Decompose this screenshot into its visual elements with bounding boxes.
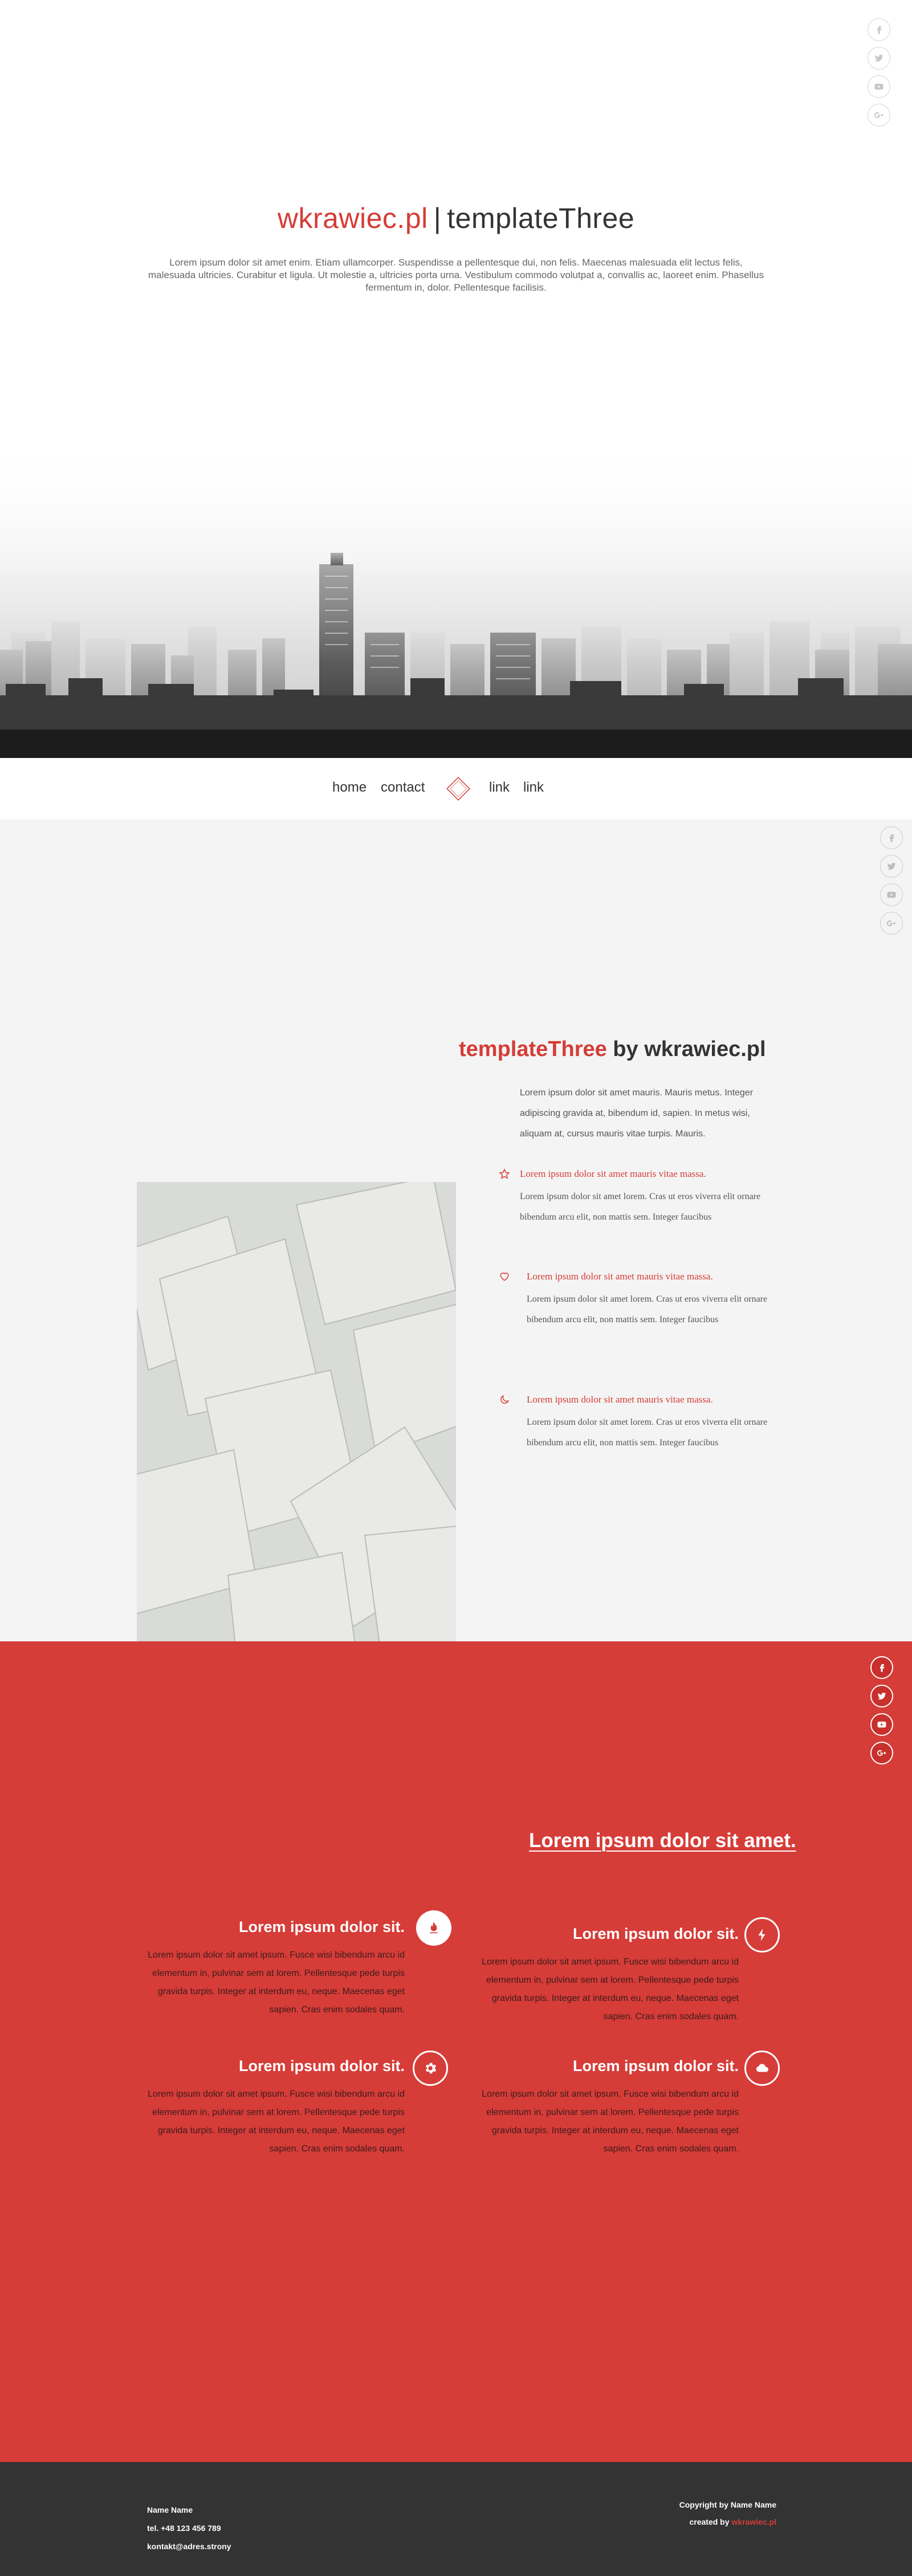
- cloud-icon-badge: [744, 2051, 780, 2086]
- hero-social-links: [868, 18, 890, 127]
- about-social-links: [880, 826, 903, 935]
- heart-icon: [500, 1273, 509, 1281]
- cloud-icon: [756, 2064, 769, 2072]
- footer-email[interactable]: kontakt@adres.strony: [147, 2537, 231, 2555]
- nav-item-link-1[interactable]: link: [489, 780, 510, 796]
- about-heading-rest: by wkrawiec.pl: [606, 1037, 766, 1061]
- created-by-text: created by: [689, 2517, 732, 2526]
- services-social-links: [870, 1656, 893, 1764]
- feature-item: Lorem ipsum dolor sit amet mauris vitae …: [499, 1394, 784, 1453]
- site-footer: Name Name tel. +48 123 456 789 kontakt@a…: [0, 2462, 912, 2576]
- service-title: Lorem ipsum dolor sit.: [238, 1918, 405, 1935]
- google-plus-icon: [886, 920, 896, 927]
- paper-cards-image: [137, 1182, 456, 1641]
- facebook-link[interactable]: [868, 18, 890, 41]
- service-title: Lorem ipsum dolor sit.: [238, 2057, 405, 2074]
- youtube-link[interactable]: [868, 75, 890, 98]
- site-title: wkrawiec.pl | templateThree: [0, 202, 912, 235]
- google-plus-link[interactable]: [868, 104, 890, 127]
- feature-title: Lorem ipsum dolor sit amet mauris vitae …: [527, 1394, 713, 1405]
- diamond-logo-icon[interactable]: [445, 775, 472, 802]
- feature-title: Lorem ipsum dolor sit amet mauris vitae …: [520, 1168, 706, 1179]
- service-item: Lorem ipsum dolor sit. Lorem ipsum dolor…: [137, 1918, 405, 2019]
- youtube-icon: [874, 83, 883, 90]
- service-text: Lorem ipsum dolor sit amet ipsum. Fusce …: [482, 2089, 739, 2154]
- about-heading: templateThree by wkrawiec.pl: [459, 1037, 766, 1062]
- youtube-icon: [887, 891, 896, 898]
- about-heading-highlight: templateThree: [459, 1037, 607, 1061]
- main-nav: home contact link link: [0, 758, 912, 820]
- facebook-icon: [880, 1664, 885, 1672]
- nav-item-link-2[interactable]: link: [523, 780, 544, 796]
- about-intro-text: Lorem ipsum dolor sit amet mauris. Mauri…: [520, 1088, 754, 1139]
- service-title: Lorem ipsum dolor sit.: [572, 1925, 739, 1942]
- twitter-icon: [887, 863, 896, 870]
- services-section: Lorem ipsum dolor sit amet. Lorem ipsum …: [0, 1641, 912, 2462]
- footer-phone[interactable]: tel. +48 123 456 789: [147, 2519, 231, 2537]
- google-plus-icon: [874, 112, 883, 119]
- hero-section: wkrawiec.pl | templateThree Lorem ipsum do…: [0, 0, 912, 758]
- moon-icon: [500, 1395, 510, 1404]
- template-name: templateThree: [447, 202, 635, 234]
- twitter-icon: [877, 1693, 886, 1700]
- twitter-icon: [874, 55, 883, 62]
- service-text: Lorem ipsum dolor sit amet ipsum. Fusce …: [148, 2089, 405, 2154]
- feature-text: Lorem ipsum dolor sit amet lorem. Cras u…: [527, 1294, 768, 1324]
- service-item: Lorem ipsum dolor sit. Lorem ipsum dolor…: [137, 2057, 405, 2158]
- brand-name[interactable]: wkrawiec.pl: [278, 202, 428, 234]
- about-section: templateThree by wkrawiec.pl Lorem ipsum…: [0, 820, 912, 1641]
- youtube-icon: [877, 1721, 886, 1728]
- service-text: Lorem ipsum dolor sit amet ipsum. Fusce …: [482, 1957, 739, 2021]
- feature-text: Lorem ipsum dolor sit amet lorem. Cras u…: [520, 1192, 761, 1222]
- services-title[interactable]: Lorem ipsum dolor sit amet.: [529, 1829, 796, 1852]
- copyright-text: Copyright by Name Name: [679, 2500, 776, 2509]
- hero-lead-text: Lorem ipsum dolor sit amet enim. Etiam u…: [148, 257, 764, 293]
- twitter-link[interactable]: [868, 47, 890, 70]
- service-item: Lorem ipsum dolor sit. Lorem ipsum dolor…: [471, 2057, 739, 2158]
- feature-item: Lorem ipsum dolor sit amet mauris vitae …: [499, 1168, 784, 1228]
- facebook-link[interactable]: [870, 1656, 893, 1679]
- footer-contact: Name Name tel. +48 123 456 789 kontakt@a…: [147, 2501, 231, 2555]
- title-separator: |: [433, 202, 442, 234]
- gear-icon-badge: [413, 2051, 448, 2086]
- nav-item-contact[interactable]: contact: [381, 780, 425, 796]
- service-item: Lorem ipsum dolor sit. Lorem ipsum dolor…: [471, 1925, 739, 2026]
- city-skyline-image: [0, 445, 912, 758]
- facebook-link[interactable]: [880, 826, 903, 849]
- gear-icon: [425, 2063, 437, 2074]
- footer-copyright: Copyright by Name Name created by wkrawi…: [679, 2496, 776, 2530]
- facebook-icon: [877, 26, 882, 34]
- feature-item: Lorem ipsum dolor sit amet mauris vitae …: [499, 1271, 784, 1330]
- feature-title: Lorem ipsum dolor sit amet mauris vitae …: [527, 1271, 713, 1282]
- youtube-link[interactable]: [870, 1713, 893, 1736]
- feature-text: Lorem ipsum dolor sit amet lorem. Cras u…: [527, 1417, 768, 1448]
- creator-link[interactable]: wkrawiec.pl: [731, 2517, 776, 2526]
- twitter-link[interactable]: [880, 855, 903, 878]
- google-plus-link[interactable]: [870, 1742, 893, 1764]
- twitter-link[interactable]: [870, 1685, 893, 1707]
- service-title: Lorem ipsum dolor sit.: [572, 2057, 739, 2074]
- fire-icon-badge: [416, 1910, 451, 1946]
- star-icon: [499, 1168, 510, 1179]
- google-plus-icon: [877, 1750, 886, 1756]
- nav-item-home[interactable]: home: [332, 780, 367, 796]
- facebook-icon: [890, 834, 894, 842]
- lightning-icon: [758, 1929, 766, 1941]
- created-by-line: created by wkrawiec.pl: [679, 2513, 776, 2530]
- youtube-link[interactable]: [880, 883, 903, 906]
- google-plus-link[interactable]: [880, 912, 903, 935]
- service-text: Lorem ipsum dolor sit amet ipsum. Fusce …: [148, 1950, 405, 2015]
- fire-icon: [430, 1922, 438, 1934]
- lightning-icon-badge: [744, 1917, 780, 1953]
- footer-name: Name Name: [147, 2505, 193, 2514]
